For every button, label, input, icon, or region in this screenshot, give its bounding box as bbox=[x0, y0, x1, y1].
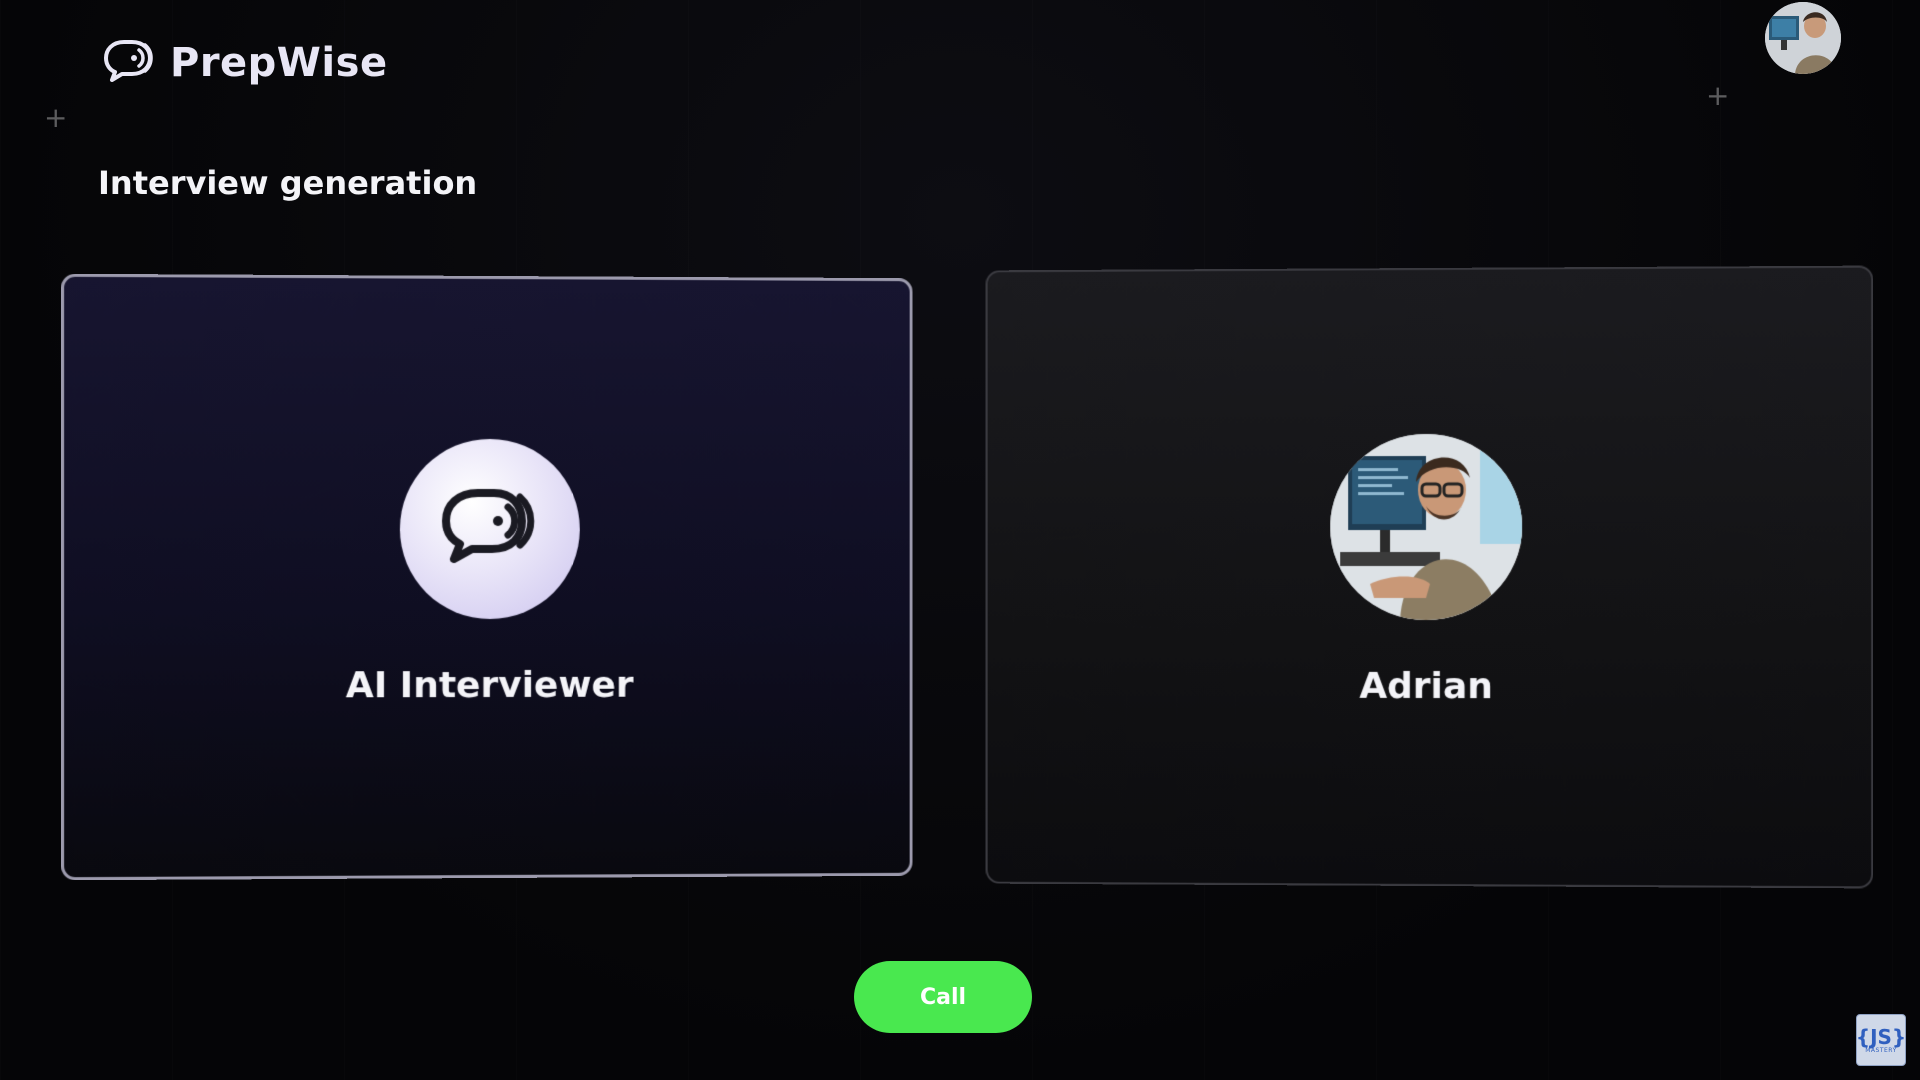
call-button[interactable]: Call bbox=[854, 961, 1032, 1033]
user-avatar bbox=[1330, 433, 1523, 621]
sparkle-decoration: + bbox=[1706, 79, 1730, 112]
brand-name: PrepWise bbox=[170, 40, 388, 86]
chat-bubble-sound-icon bbox=[441, 488, 535, 563]
user-avatar-icon bbox=[1765, 2, 1841, 74]
ai-interviewer-card: AI Interviewer bbox=[61, 273, 913, 881]
page-title: Interview generation bbox=[98, 164, 478, 202]
chat-bubble-sound-icon bbox=[102, 36, 158, 90]
user-avatar-button[interactable] bbox=[1765, 2, 1841, 74]
interview-screen: + + PrepWise Interview generation AI Int… bbox=[0, 0, 1920, 1080]
sparkle-decoration: + bbox=[44, 101, 68, 134]
ai-interviewer-name: AI Interviewer bbox=[345, 664, 634, 707]
user-name: Adrian bbox=[1359, 665, 1493, 708]
user-avatar-photo bbox=[1330, 433, 1523, 621]
user-card: Adrian bbox=[985, 265, 1874, 889]
ai-interviewer-avatar bbox=[399, 438, 580, 620]
brand-logo-link[interactable]: PrepWise bbox=[102, 36, 388, 90]
channel-watermark-logo: {JS} MASTERY bbox=[1856, 1014, 1906, 1066]
